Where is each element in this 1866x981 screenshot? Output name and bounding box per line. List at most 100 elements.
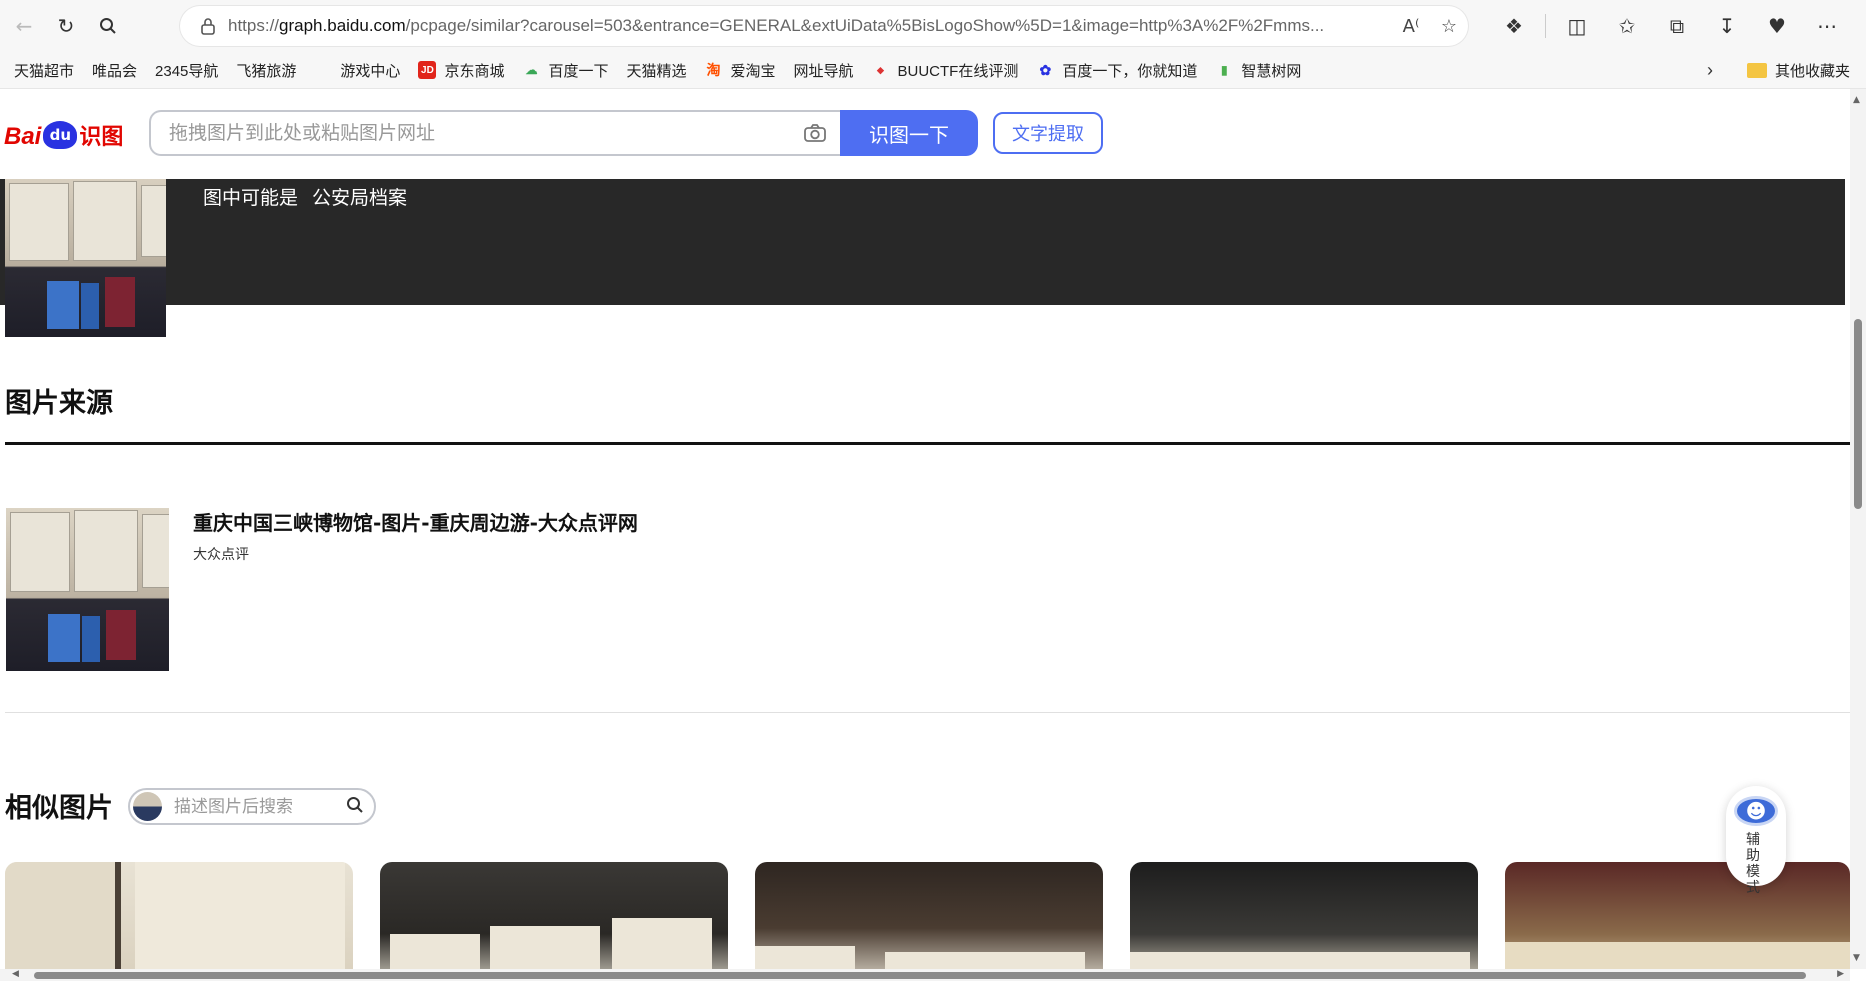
favorite-label: 网址导航 xyxy=(793,62,854,80)
red-booklet xyxy=(105,277,135,327)
image-url-input[interactable] xyxy=(151,121,790,145)
favorite-item[interactable]: 2345导航 xyxy=(0,60,219,157)
page-content: Bai du 识图 识图一下 文字提取 图中可能是 公安局档案 图片来源 xyxy=(0,89,1850,969)
downloads-icon[interactable]: ↧ xyxy=(1702,6,1752,46)
favorite-item[interactable]: 游戏中心 xyxy=(340,60,400,81)
similar-image-card[interactable] xyxy=(1130,862,1478,969)
favorite-label: 天猫超市 xyxy=(14,62,75,80)
favorite-label: 唯品会 xyxy=(92,62,138,80)
favorite-item[interactable]: ✿ 百度一下，你就知道 xyxy=(1036,60,1197,81)
favorite-label: 百度一下，你就知道 xyxy=(1062,62,1198,80)
baidu-shitu-logo[interactable]: Bai du 识图 xyxy=(4,109,123,151)
address-bar[interactable]: https://graph.baidu.com/pcpage/similar?c… xyxy=(180,6,1468,46)
favorite-item[interactable]: 天猫超市 xyxy=(0,60,75,157)
document-shape xyxy=(612,918,712,969)
chevron-right-icon[interactable]: › xyxy=(1707,60,1713,81)
source-item-title[interactable]: 重庆中国三峡博物馆-图片-重庆周边游-大众点评网 xyxy=(193,507,638,536)
baidu-paw-icon: ✿ xyxy=(1039,61,1052,78)
document-shape xyxy=(885,952,1085,969)
document-shape xyxy=(73,181,137,261)
more-menu-icon[interactable]: ⋯ xyxy=(1802,6,1852,46)
search-icon[interactable] xyxy=(346,796,364,818)
document-shape xyxy=(142,514,169,588)
document-shape xyxy=(390,934,480,969)
similar-image-card[interactable] xyxy=(380,862,728,969)
guess-prefix: 图中可能是 xyxy=(203,187,299,209)
url-text[interactable]: https://graph.baidu.com/pcpage/similar?c… xyxy=(228,16,1392,36)
scroll-right-arrow-icon[interactable]: ▶ xyxy=(1837,969,1844,979)
split-screen-icon[interactable]: ◫ xyxy=(1552,6,1602,46)
search-image-button[interactable]: 识图一下 xyxy=(840,110,978,156)
accessibility-icon: ☻ xyxy=(1734,796,1778,826)
query-image-thumbnail[interactable] xyxy=(5,179,166,337)
horizontal-scrollbar[interactable]: ◀ ▶ xyxy=(0,969,1850,981)
favorite-item[interactable]: 淘爱淘宝 xyxy=(704,60,775,81)
scrollbar-thumb[interactable] xyxy=(34,972,1806,979)
scroll-up-arrow-icon[interactable]: ▲ xyxy=(1853,95,1860,105)
guess-value[interactable]: 公安局档案 xyxy=(312,183,407,210)
vertical-scrollbar[interactable]: ▲ ▼ xyxy=(1850,89,1866,969)
source-image-thumbnail[interactable] xyxy=(6,508,169,671)
document-shape xyxy=(10,512,70,592)
other-favorites-folder[interactable]: 其他收藏夹 xyxy=(1746,60,1850,81)
search-icon[interactable] xyxy=(90,8,126,44)
favorite-item[interactable]: ◆ BUUCTF在线评测 xyxy=(872,60,1019,81)
document-shape xyxy=(135,862,345,969)
favorite-label: 游戏中心 xyxy=(340,62,401,80)
scroll-down-arrow-icon[interactable]: ▼ xyxy=(1853,953,1860,963)
favorite-label: 其他收藏夹 xyxy=(1774,62,1850,80)
browser-essentials-icon[interactable]: ♥ xyxy=(1752,6,1802,46)
buuctf-icon: ◆ xyxy=(877,64,884,75)
favorites-icon[interactable]: ✩ xyxy=(1602,6,1652,46)
baidu-cloud-icon: ☁ xyxy=(525,63,538,77)
collections-icon[interactable]: ⧉ xyxy=(1652,6,1702,46)
url-path: /pcpage/similar?carousel=503&entrance=GE… xyxy=(405,16,1325,35)
camera-icon[interactable] xyxy=(790,123,840,143)
source-section-title: 图片来源 xyxy=(5,388,113,419)
refresh-icon[interactable]: ↻ xyxy=(48,8,84,44)
favorite-item[interactable]: 网址导航 xyxy=(0,60,854,157)
favorite-label: 智慧树网 xyxy=(1241,62,1302,80)
lock-icon[interactable] xyxy=(188,17,228,35)
toolbar-divider xyxy=(1545,14,1546,38)
logo-shitu: 识图 xyxy=(79,125,124,150)
similar-image-card[interactable] xyxy=(1505,862,1850,969)
similar-image-card[interactable] xyxy=(755,862,1103,969)
browser-toolbar: ← ↻ https://graph.baidu.com/pcpage/simil… xyxy=(0,0,1866,52)
similar-image-card[interactable] xyxy=(5,862,353,969)
favorite-label: 爱淘宝 xyxy=(730,62,776,80)
scroll-left-arrow-icon[interactable]: ◀ xyxy=(12,969,19,979)
query-mini-thumbnail xyxy=(133,792,162,821)
blue-booklet xyxy=(47,281,79,329)
scrollbar-thumb[interactable] xyxy=(1854,319,1862,509)
blue-booklet xyxy=(81,283,99,329)
favorite-item[interactable]: JD 京东商城 xyxy=(418,60,504,81)
assist-label: 辅助模式 xyxy=(1746,832,1766,896)
browser-right-tools: ❖ ◫ ✩ ⧉ ↧ ♥ ⋯ xyxy=(1489,6,1852,46)
favorite-item[interactable]: ▮ 智慧树网 xyxy=(1215,60,1301,81)
document-shape xyxy=(755,946,855,969)
logo-bai: Bai xyxy=(4,123,42,150)
favorite-label: 2345导航 xyxy=(155,62,219,80)
text-extract-button[interactable]: 文字提取 xyxy=(993,112,1103,154)
favorite-item[interactable]: ☁ 百度一下 xyxy=(522,60,608,81)
favorite-item[interactable]: 唯品会 xyxy=(0,60,138,157)
describe-search-input[interactable] xyxy=(172,795,336,818)
read-aloud-icon[interactable]: A⁽ xyxy=(1392,16,1430,37)
taobao-icon: 淘 xyxy=(706,62,721,78)
back-arrow-icon[interactable]: ← xyxy=(6,8,42,44)
favorites-bar: 天猫超市 唯品会 2345导航 飞猪旅游 游戏中心 JD 京东商城 ☁ 百度一下 天… xyxy=(0,52,1866,157)
section-divider xyxy=(5,712,1850,713)
favorite-star-icon[interactable]: ☆ xyxy=(1430,16,1468,37)
document-shape xyxy=(141,185,166,257)
favorite-item[interactable]: 飞猪旅游 xyxy=(0,60,297,157)
extensions-icon[interactable]: ❖ xyxy=(1489,6,1539,46)
document-shape xyxy=(74,510,138,592)
favorite-item[interactable]: 天猫精选 xyxy=(0,60,686,157)
favorite-label: BUUCTF在线评测 xyxy=(897,62,1019,80)
favorite-label: 飞猪旅游 xyxy=(236,62,297,80)
document-shape xyxy=(115,862,121,969)
image-search-box xyxy=(149,110,840,156)
document-shape xyxy=(1130,952,1470,969)
accessibility-mode-button[interactable]: ☻ 辅助模式 xyxy=(1726,786,1786,896)
